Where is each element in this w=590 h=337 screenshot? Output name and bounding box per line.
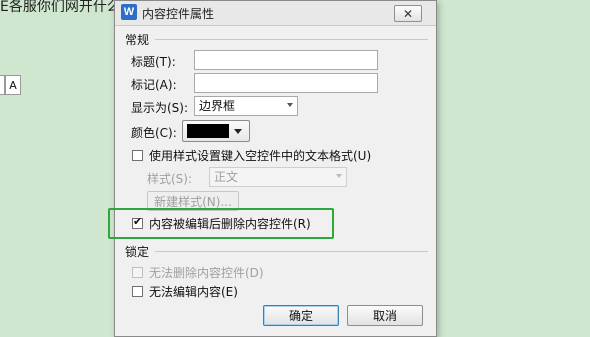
cannot-delete-checkbox[interactable] [132, 267, 143, 278]
chevron-down-icon [287, 103, 293, 107]
general-group-divider [155, 39, 428, 40]
chevron-down-icon [234, 129, 242, 134]
wps-app-icon: W [121, 4, 137, 20]
general-group-label: 常规 [125, 33, 150, 47]
show-as-value: 边界框 [199, 99, 236, 113]
use-style-label: 使用样式设置键入空控件中的文本格式(U) [149, 149, 372, 163]
color-swatch [187, 124, 229, 138]
document-frame-box: A [5, 75, 21, 95]
tag-input[interactable] [194, 73, 378, 93]
cannot-edit-label: 无法编辑内容(E) [149, 285, 238, 299]
lock-group-divider [155, 251, 428, 252]
show-as-label: 显示为(S): [131, 101, 189, 115]
dialog-title: 内容控件属性 [142, 7, 215, 21]
highlight-box [108, 208, 334, 239]
cancel-button[interactable]: 取消 [347, 305, 423, 326]
title-input[interactable] [194, 50, 378, 70]
use-style-checkbox[interactable] [132, 150, 143, 161]
close-button[interactable]: ✕ [394, 5, 422, 22]
chevron-down-icon [336, 174, 342, 178]
document-text: E各服你们网开什么 [0, 0, 121, 15]
title-field-label: 标题(T): [131, 55, 176, 69]
ok-button[interactable]: 确定 [263, 305, 339, 326]
style-select[interactable]: 正文 [209, 167, 347, 187]
style-value: 正文 [214, 170, 239, 184]
cannot-edit-checkbox[interactable] [132, 286, 143, 297]
lock-group-label: 锁定 [125, 245, 150, 259]
color-label: 颜色(C): [131, 126, 177, 140]
style-label: 样式(S): [147, 172, 193, 186]
color-picker-button[interactable] [182, 120, 250, 142]
content-control-properties-dialog: W 内容控件属性 ✕ 常规 标题(T): 标记(A): 显示为(S): 边界框 … [114, 0, 437, 337]
tag-field-label: 标记(A): [131, 78, 177, 92]
show-as-select[interactable]: 边界框 [194, 96, 298, 116]
dialog-titlebar[interactable]: W 内容控件属性 ✕ [115, 1, 436, 26]
cannot-delete-label: 无法删除内容控件(D) [149, 266, 264, 280]
close-icon: ✕ [402, 6, 414, 21]
